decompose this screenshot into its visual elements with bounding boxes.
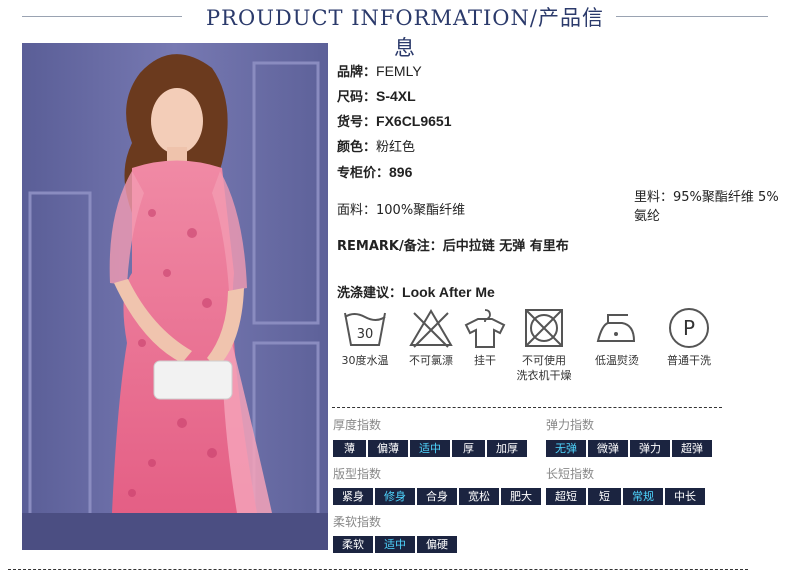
indices-separator — [332, 407, 722, 408]
care-dry-clean: P 普通干洗 — [653, 307, 725, 368]
thickness-option: 加厚 — [487, 440, 527, 457]
no-bleach-icon — [409, 309, 453, 348]
sku-value: FX6CL9651 — [376, 113, 452, 129]
bottom-separator — [8, 569, 748, 570]
care-icons: 30 30度水温 不可氯漂 挂干 不可使用 洗衣机干燥 低温熨烫 P 普通干洗 — [337, 307, 727, 397]
softness-option-selected: 适中 — [375, 536, 415, 553]
wash-30-icon: 30 — [344, 312, 386, 346]
product-photo — [22, 43, 328, 550]
hang-dry-icon — [464, 309, 506, 348]
elasticity-title: 弹力指数 — [546, 418, 595, 432]
softness-title: 柔软指数 — [333, 515, 382, 529]
fit-title: 版型指数 — [333, 467, 382, 481]
sku-row: 货号：FX6CL9651 — [337, 111, 452, 130]
fabric-label: 面料： — [337, 203, 377, 218]
brand-value: FEMLY — [376, 63, 422, 79]
fabric-row: 面料：100%聚酯纤维 — [337, 199, 465, 218]
fit-option: 肥大 — [501, 488, 541, 505]
elasticity-option: 微弹 — [588, 440, 628, 457]
size-value: S-4XL — [376, 88, 416, 104]
elasticity-option: 超弹 — [672, 440, 712, 457]
fabric-value: 100%聚酯纤维 — [376, 203, 466, 218]
wash-label: 洗涤建议： — [337, 286, 403, 301]
care-label-line1: 不可使用 — [522, 354, 566, 367]
care-label: 低温熨烫 — [595, 354, 639, 367]
thickness-title: 厚度指数 — [333, 418, 382, 432]
lining-label: 里料： — [634, 190, 674, 205]
fit-scale: 紧身 修身 合身 宽松 肥大 — [333, 488, 541, 505]
brand-row: 品牌：FEMLY — [337, 61, 422, 80]
brand-label: 品牌： — [337, 65, 377, 80]
dry-clean-letter: P — [683, 316, 695, 340]
length-option-selected: 常规 — [623, 488, 663, 505]
header-rule-right — [616, 16, 768, 17]
thickness-option: 偏薄 — [368, 440, 408, 457]
remark-label: REMARK/备注： — [337, 239, 443, 254]
color-value: 粉红色 — [376, 140, 416, 155]
thickness-option: 厚 — [452, 440, 485, 457]
price-value: 896 — [389, 164, 413, 180]
lining-row: 里料：95%聚酯纤维 5%氨纶 — [634, 188, 790, 226]
no-tumble-dry-icon — [525, 309, 563, 347]
wash-row: 洗涤建议：Look After Me — [337, 282, 495, 301]
header-rule-left — [22, 16, 182, 17]
elasticity-option-selected: 无弹 — [546, 440, 586, 457]
remark-row: REMARK/备注：后中拉链 无弹 有里布 — [337, 235, 569, 254]
fit-option: 合身 — [417, 488, 457, 505]
care-no-tumble: 不可使用 洗衣机干燥 — [508, 307, 580, 383]
fit-option: 宽松 — [459, 488, 499, 505]
care-label-line2: 洗衣机干燥 — [516, 369, 572, 382]
low-iron-icon — [596, 314, 636, 342]
softness-option: 柔软 — [333, 536, 373, 553]
wash-value: Look After Me — [402, 284, 495, 300]
fit-option-selected: 修身 — [375, 488, 415, 505]
care-wash-30: 30 30度水温 — [329, 307, 401, 368]
remark-value: 后中拉链 无弹 有里布 — [442, 239, 569, 254]
price-label: 专柜价： — [337, 166, 390, 181]
thickness-option-selected: 适中 — [410, 440, 450, 457]
length-option: 超短 — [546, 488, 586, 505]
thickness-scale: 薄 偏薄 适中 厚 加厚 — [333, 440, 527, 457]
length-title: 长短指数 — [546, 467, 595, 481]
length-option: 短 — [588, 488, 621, 505]
elasticity-option: 弹力 — [630, 440, 670, 457]
elasticity-scale: 无弹 微弹 弹力 超弹 — [546, 440, 712, 457]
wash-temp: 30 — [357, 327, 374, 342]
care-label: 30度水温 — [341, 354, 389, 367]
dry-clean-icon: P — [669, 308, 709, 348]
softness-scale: 柔软 适中 偏硬 — [333, 536, 457, 553]
care-label: 普通干洗 — [667, 354, 711, 367]
size-row: 尺码：S-4XL — [337, 86, 416, 105]
care-low-iron: 低温熨烫 — [581, 307, 653, 368]
care-label: 不可使用 洗衣机干燥 — [508, 353, 580, 383]
color-label: 颜色： — [337, 140, 377, 155]
thickness-option: 薄 — [333, 440, 366, 457]
price-row: 专柜价：896 — [337, 162, 412, 181]
softness-option: 偏硬 — [417, 536, 457, 553]
size-label: 尺码： — [337, 90, 377, 105]
color-row: 颜色：粉红色 — [337, 136, 415, 155]
sku-label: 货号： — [337, 115, 377, 130]
length-scale: 超短 短 常规 中长 — [546, 488, 705, 505]
length-option: 中长 — [665, 488, 705, 505]
fit-option: 紧身 — [333, 488, 373, 505]
